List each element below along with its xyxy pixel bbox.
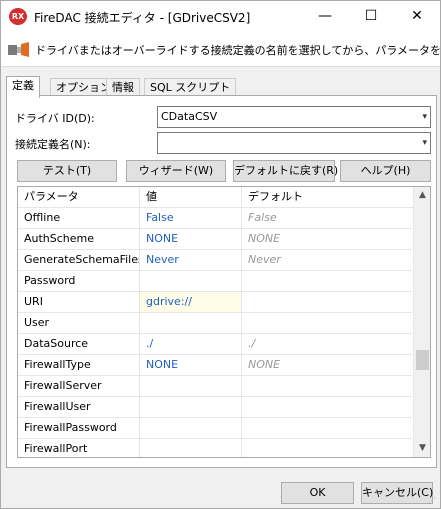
close-button[interactable]: ✕ xyxy=(394,1,440,31)
param-value-cell[interactable] xyxy=(140,397,242,418)
param-value-cell[interactable] xyxy=(140,439,242,457)
connection-plug-icon xyxy=(8,42,29,57)
param-name-cell[interactable]: FirewallUser xyxy=(18,397,140,418)
param-value-cell[interactable] xyxy=(140,271,242,292)
table-row[interactable]: FirewallType NONE NONE xyxy=(18,355,414,376)
table-row[interactable]: DataSource ././ xyxy=(18,334,414,355)
ok-button[interactable]: OK xyxy=(281,482,354,504)
table-row[interactable]: FirewallServer xyxy=(18,376,414,397)
tab-definition[interactable]: 定義 xyxy=(6,76,40,98)
table-row[interactable]: URI gdrive:// xyxy=(18,292,414,313)
column-header-default[interactable]: デフォルト xyxy=(242,187,412,208)
maximize-button[interactable]: ☐ xyxy=(348,1,394,31)
param-value-cell[interactable]: NONE xyxy=(140,229,242,250)
column-header-value[interactable]: 値 xyxy=(140,187,242,208)
connection-editor-window: RX FireDAC 接続エディタ - [GDriveCSV2] — ☐ ✕ ド… xyxy=(0,0,441,509)
param-name-cell[interactable]: FirewallPort xyxy=(18,439,140,457)
help-button[interactable]: ヘルプ(H) xyxy=(340,160,431,182)
chevron-down-icon: ▾ xyxy=(422,112,427,122)
param-name-cell[interactable]: Password xyxy=(18,271,140,292)
param-default-cell xyxy=(242,397,412,418)
param-value-cell[interactable] xyxy=(140,313,242,334)
app-logo-icon: RX xyxy=(9,8,27,25)
scroll-up-arrow-icon[interactable]: ▲ xyxy=(414,187,430,204)
param-default-cell: False xyxy=(242,208,412,229)
driver-id-combo[interactable]: CDataCSV ▾ xyxy=(157,106,431,128)
param-value-cell[interactable]: Never xyxy=(140,250,242,271)
title-bar: RX FireDAC 接続エディタ - [GDriveCSV2] — ☐ ✕ xyxy=(1,1,440,31)
cancel-button[interactable]: キャンセル(C) xyxy=(361,482,433,504)
table-row[interactable]: GenerateSchemaFiles Never Never xyxy=(18,250,414,271)
instruction-text: ドライバまたはオーバーライドする接続定義の名前を選択してから、パラメータをセット… xyxy=(35,44,440,57)
definition-panel: ドライバ ID(D): CDataCSV ▾ 接続定義名(N): ▾ テスト(T… xyxy=(6,95,437,468)
param-name-cell[interactable]: FirewallPassword xyxy=(18,418,140,439)
param-value-cell[interactable]: NONE xyxy=(140,355,242,376)
param-default-cell xyxy=(242,376,412,397)
scroll-thumb[interactable] xyxy=(416,350,429,370)
param-name-cell[interactable]: GenerateSchemaFiles xyxy=(18,250,140,271)
grid-vertical-scrollbar[interactable]: ▲ ▼ xyxy=(413,187,430,457)
revert-default-button[interactable]: デフォルトに戻す(R) xyxy=(233,160,338,182)
param-name-cell[interactable]: URI xyxy=(18,292,140,313)
param-default-cell xyxy=(242,271,412,292)
window-title: FireDAC 接続エディタ - [GDriveCSV2] xyxy=(34,11,251,25)
instruction-banner: ドライバまたはオーバーライドする接続定義の名前を選択してから、パラメータをセット… xyxy=(1,31,440,67)
param-value-cell[interactable]: gdrive:// xyxy=(140,292,242,313)
test-button[interactable]: テスト(T) xyxy=(17,160,117,182)
param-name-cell[interactable]: Offline xyxy=(18,208,140,229)
column-header-parameter[interactable]: パラメータ xyxy=(18,187,140,208)
param-default-cell xyxy=(242,292,412,313)
minimize-button[interactable]: — xyxy=(302,1,348,31)
driver-id-value: CDataCSV xyxy=(161,110,218,123)
param-name-cell[interactable]: User xyxy=(18,313,140,334)
driver-id-label: ドライバ ID(D): xyxy=(15,112,95,125)
param-default-cell: NONE xyxy=(242,229,412,250)
chevron-down-icon: ▾ xyxy=(422,138,427,148)
connection-definition-combo[interactable]: ▾ xyxy=(157,132,431,154)
param-value-cell[interactable]: ./ xyxy=(140,334,242,355)
param-value-cell[interactable] xyxy=(140,418,242,439)
grid-header-row: パラメータ 値 デフォルト xyxy=(18,187,414,208)
table-row[interactable]: FirewallPort xyxy=(18,439,414,457)
parameter-grid[interactable]: パラメータ 値 デフォルト Offline False False AuthSchem… xyxy=(17,186,431,458)
param-default-cell xyxy=(242,418,412,439)
param-default-cell: ./ xyxy=(242,334,412,355)
param-name-cell[interactable]: DataSource xyxy=(18,334,140,355)
wizard-button[interactable]: ウィザード(W) xyxy=(126,160,226,182)
table-row[interactable]: Offline False False xyxy=(18,208,414,229)
table-row[interactable]: FirewallUser xyxy=(18,397,414,418)
param-name-cell[interactable]: FirewallType xyxy=(18,355,140,376)
param-value-cell[interactable] xyxy=(140,376,242,397)
param-default-cell xyxy=(242,313,412,334)
table-row[interactable]: Password xyxy=(18,271,414,292)
param-default-cell xyxy=(242,439,412,457)
param-name-cell[interactable]: FirewallServer xyxy=(18,376,140,397)
table-row[interactable]: AuthScheme NONE NONE xyxy=(18,229,414,250)
param-default-cell: Never xyxy=(242,250,412,271)
connection-definition-label: 接続定義名(N): xyxy=(15,138,91,151)
resize-grip-icon[interactable]: ⋰ xyxy=(428,496,438,506)
table-row[interactable]: User xyxy=(18,313,414,334)
param-value-cell[interactable]: False xyxy=(140,208,242,229)
table-row[interactable]: FirewallPassword xyxy=(18,418,414,439)
param-name-cell[interactable]: AuthScheme xyxy=(18,229,140,250)
scroll-down-arrow-icon[interactable]: ▼ xyxy=(414,440,430,457)
dialog-footer: OK キャンセル(C) ⋰ xyxy=(1,471,440,508)
param-default-cell: NONE xyxy=(242,355,412,376)
